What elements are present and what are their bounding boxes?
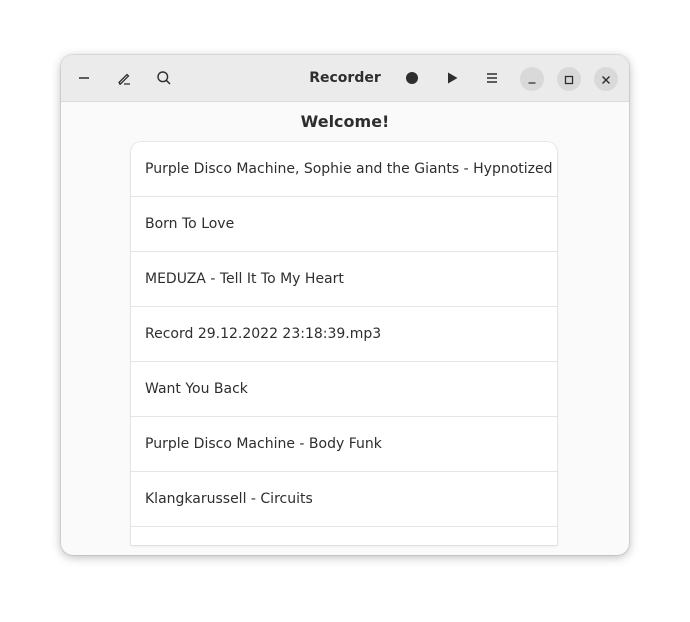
window-title: Recorder [309,70,381,86]
recordings-list[interactable]: Purple Disco Machine, Sophie and the Gia… [131,142,557,545]
recording-title: Purple Disco Machine, Sophie and the Gia… [145,161,553,177]
recording-title: Born To Love [145,216,235,232]
search-button[interactable] [149,63,179,93]
recording-title: MEDUZA - Tell It To My Heart [145,271,344,287]
recording-row[interactable]: Record 29.12.2022 23:18:39.mp3 [131,307,557,362]
maximize-button[interactable] [557,67,581,91]
pencil-icon [116,70,132,86]
recording-title: Klangkarussell - Circuits [145,491,313,507]
recording-title: Record 29.12.2022 23:18:39.mp3 [145,326,382,342]
play-button[interactable] [437,63,467,93]
recording-row[interactable]: Purple Disco Machine, Sophie and the Gia… [131,142,557,197]
search-icon [156,70,172,86]
recording-title: Want You Back [145,381,248,397]
close-button[interactable] [594,67,618,91]
play-icon [445,71,459,85]
record-icon [405,71,419,85]
recording-row[interactable]: Purple Disco Machine - Body Funk [131,417,557,472]
main-menu-button[interactable] [477,63,507,93]
recording-row[interactable]: Born To Love [131,197,557,252]
collapse-button[interactable] [69,63,99,93]
record-button[interactable] [397,63,427,93]
maximize-icon [564,70,574,89]
recording-row[interactable]: MEDUZA - Tell It To My Heart [131,252,557,307]
headerbar: Recorder [61,55,629,102]
recording-title: Purple Disco Machine - Body Funk [145,436,382,452]
minimize-icon [527,70,537,89]
welcome-heading: Welcome! [300,112,390,131]
minus-icon [77,71,91,85]
edit-button[interactable] [109,63,139,93]
recording-row[interactable] [131,527,557,545]
recording-row[interactable]: Klangkarussell - Circuits [131,472,557,527]
minimize-button[interactable] [520,67,544,91]
recording-row[interactable]: Want You Back [131,362,557,417]
recorder-window: Recorder Welcome! Purple Disco Machine, … [61,55,629,555]
hamburger-menu-icon [485,71,499,85]
close-icon [601,70,611,89]
